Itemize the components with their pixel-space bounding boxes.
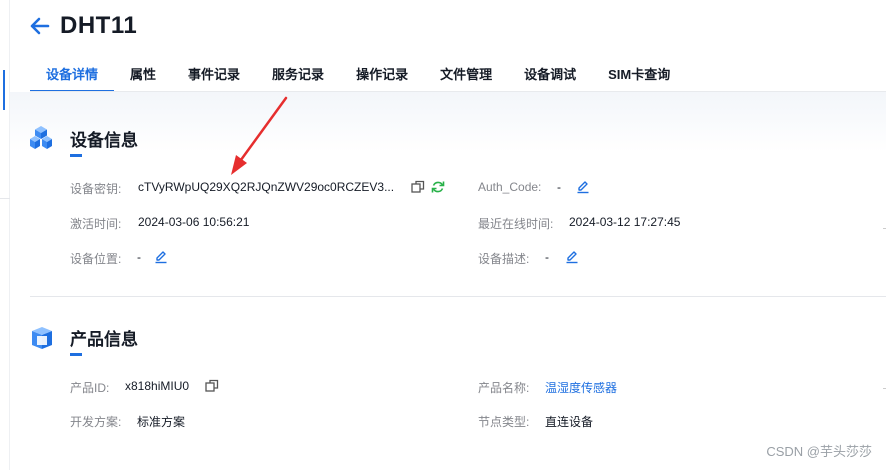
dev-plan-label: 开发方案: <box>70 415 122 429</box>
device-location-label: 设备位置: <box>70 252 122 266</box>
last-online-label: 最近在线时间: <box>478 217 554 231</box>
edit-pencil-icon[interactable] <box>153 249 169 265</box>
product-info-heading-underline <box>70 353 82 356</box>
copy-icon[interactable] <box>204 378 220 394</box>
tab-file-management[interactable]: 文件管理 <box>424 62 508 92</box>
watermark-text: CSDN @芋头莎莎 <box>766 444 872 459</box>
tab-sim-query[interactable]: SIM卡查询 <box>592 62 686 92</box>
node-type-value: 直连设备 <box>545 415 594 429</box>
activated-time-label: 激活时间: <box>70 217 122 231</box>
refresh-icon[interactable] <box>430 179 446 195</box>
device-secret-label: 设备密钥: <box>70 182 122 196</box>
tab-event-records[interactable]: 事件记录 <box>172 62 256 92</box>
node-type-label: 节点类型: <box>478 415 530 429</box>
product-name-link[interactable]: 温湿度传感器 <box>545 379 617 396</box>
auth-code-label: Auth_Code: <box>478 180 542 194</box>
section-divider <box>30 296 886 297</box>
auth-code-value: - <box>557 180 561 194</box>
product-name-label: 产品名称: <box>478 381 530 395</box>
cube-cluster-icon <box>28 125 54 156</box>
device-description-value: - <box>545 250 549 264</box>
page-header: DHT11 <box>28 8 137 44</box>
product-id-label: 产品ID: <box>70 381 110 395</box>
activated-time-value: 2024-03-06 10:56:21 <box>138 215 250 229</box>
product-info-heading: 产品信息 <box>70 330 138 349</box>
arrow-left-icon[interactable] <box>28 14 52 38</box>
last-online-value: 2024-03-12 17:27:45 <box>569 215 681 229</box>
dev-plan-value: 标准方案 <box>137 415 186 429</box>
device-secret-value: cTVyRWpUQ29XQ2RJQnZWV29oc0RCZEV3... <box>138 180 395 194</box>
edit-pencil-icon[interactable] <box>575 179 591 195</box>
product-id-value: x818hiMIU0 <box>125 379 190 393</box>
side-nav-divider <box>0 198 10 199</box>
device-info-heading-underline <box>70 154 82 157</box>
device-description-label: 设备描述: <box>478 252 530 266</box>
edit-pencil-icon[interactable] <box>564 249 580 265</box>
side-nav-rail <box>0 0 10 470</box>
tab-device-details[interactable]: 设备详情 <box>30 62 115 92</box>
tab-device-debug[interactable]: 设备调试 <box>508 62 592 92</box>
copy-icon[interactable] <box>410 179 426 195</box>
side-nav-active-marker <box>3 70 5 110</box>
tab-service-records[interactable]: 服务记录 <box>256 62 340 92</box>
device-info-heading: 设备信息 <box>70 131 138 150</box>
device-location-value: - <box>137 250 141 264</box>
tab-bar: 设备详情 属性 事件记录 服务记录 操作记录 文件管理 设备调试 SIM卡查询 <box>30 62 686 92</box>
tab-operation-records[interactable]: 操作记录 <box>340 62 424 92</box>
product-box-icon <box>29 325 55 356</box>
page-title: DHT11 <box>60 12 138 39</box>
tab-properties[interactable]: 属性 <box>114 62 172 92</box>
